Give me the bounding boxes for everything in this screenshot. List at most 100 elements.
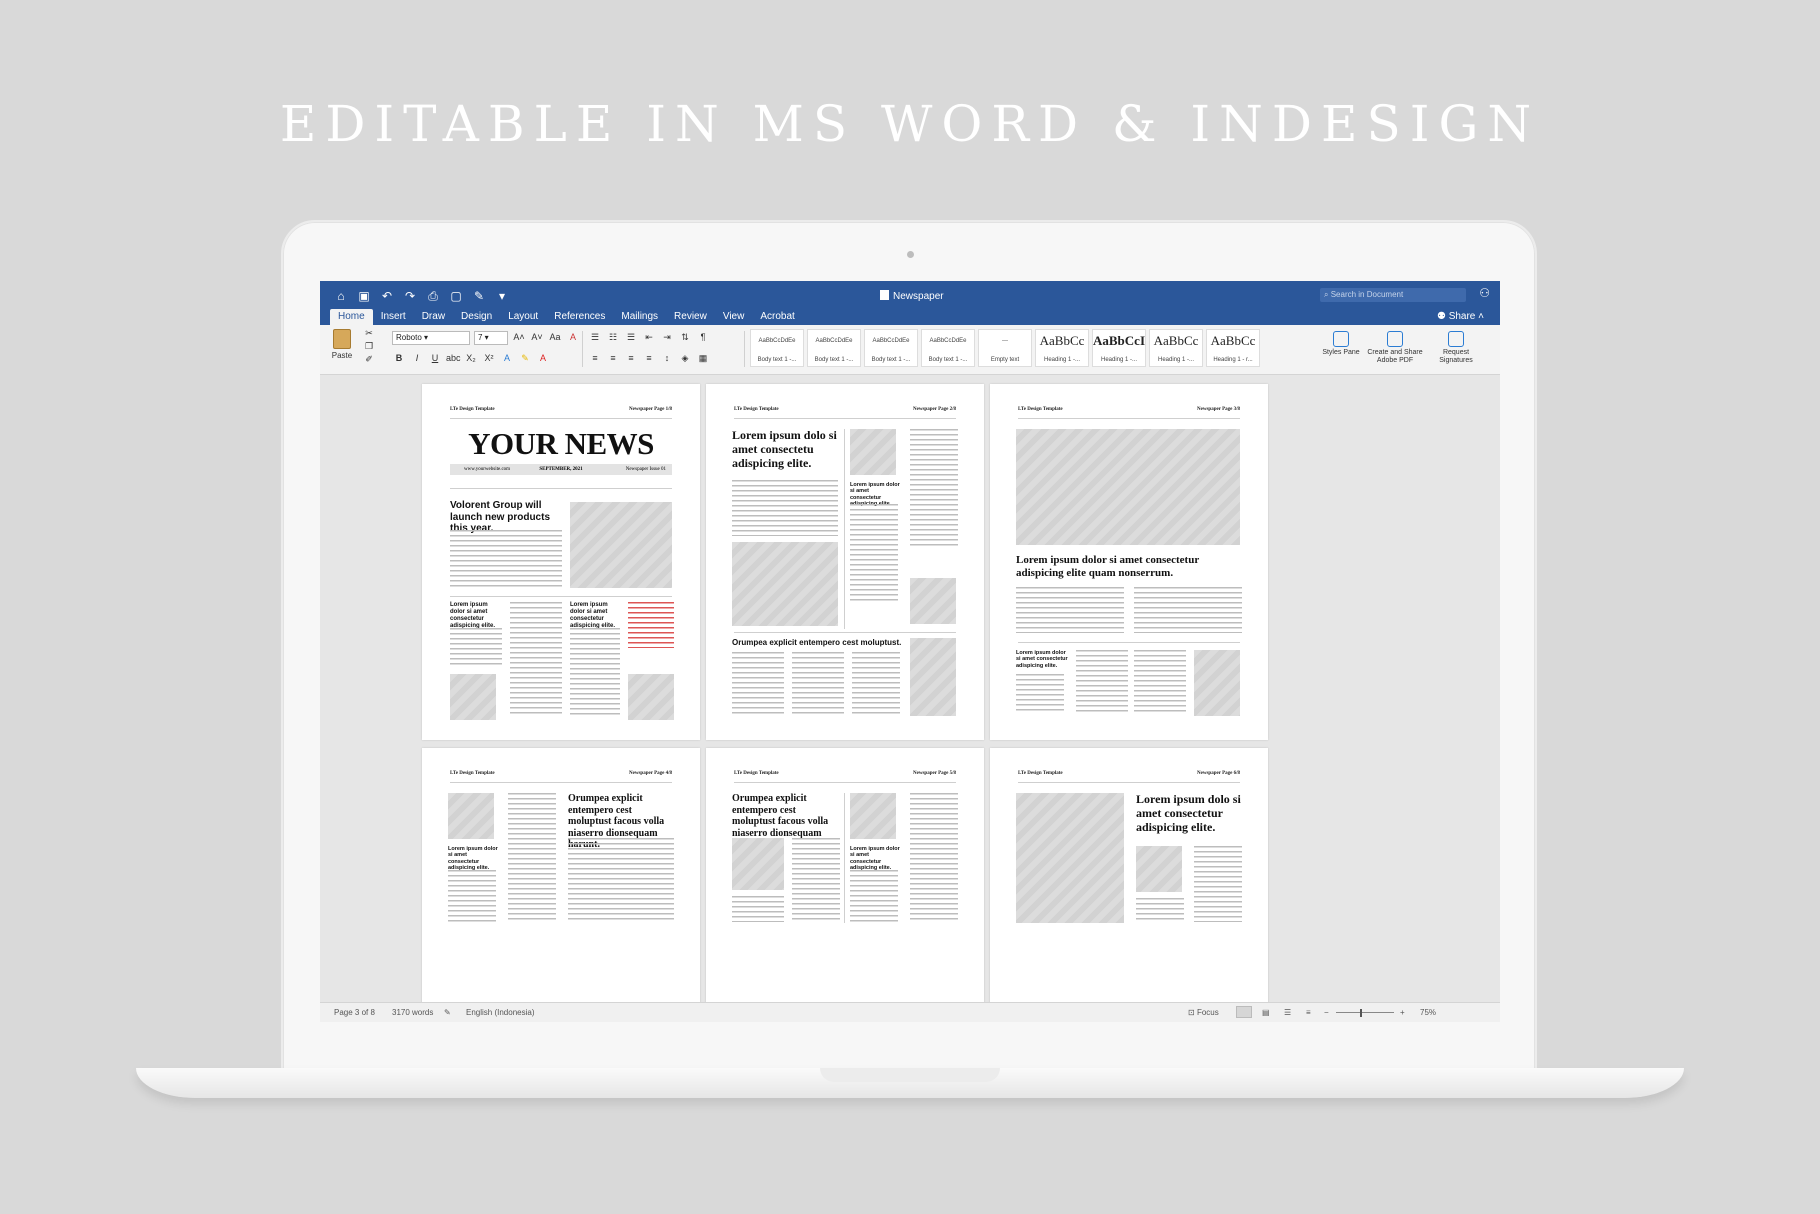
style-heading[interactable]: AaBbCcI Heading 1 -... bbox=[1092, 329, 1146, 367]
tab-home[interactable]: Home bbox=[330, 309, 373, 325]
line-spacing-icon[interactable]: ↕ bbox=[660, 353, 674, 364]
newspaper-page-1[interactable]: LTe Design Template Newspaper Page 1/8 YO… bbox=[422, 384, 700, 740]
pilcrow-icon[interactable]: ¶ bbox=[696, 332, 710, 343]
account-icon[interactable]: ⚇ bbox=[1479, 286, 1490, 300]
multilevel-icon[interactable]: ☰ bbox=[624, 332, 638, 343]
search-input[interactable]: ⌕ Search in Document bbox=[1320, 288, 1466, 302]
save-icon[interactable]: ▣ bbox=[357, 289, 371, 304]
style-heading[interactable]: AaBbCc Heading 1 -... bbox=[1035, 329, 1089, 367]
align-left-icon[interactable]: ≡ bbox=[588, 353, 602, 364]
web-layout-icon[interactable]: ▤ bbox=[1262, 1008, 1270, 1017]
language[interactable]: English (Indonesia) bbox=[466, 1008, 534, 1017]
tab-layout[interactable]: Layout bbox=[500, 309, 546, 325]
style-body-text[interactable]: AaBbCcDdEe Body text 1 -... bbox=[921, 329, 975, 367]
create-pdf-button[interactable]: Create and Share Adobe PDF bbox=[1364, 331, 1426, 365]
zoom-in-button[interactable]: + bbox=[1400, 1008, 1405, 1017]
page-header: LTe Design Template Newspaper Page 2/8 bbox=[734, 407, 956, 412]
more-icon[interactable]: ▾ bbox=[495, 289, 509, 304]
word-count[interactable]: 3170 words bbox=[392, 1008, 433, 1017]
style-heading[interactable]: AaBbCc Heading 1 - r... bbox=[1206, 329, 1260, 367]
zoom-slider[interactable] bbox=[1336, 1012, 1394, 1013]
text-effects-icon[interactable]: A bbox=[500, 353, 514, 364]
outline-icon[interactable]: ☰ bbox=[1284, 1008, 1291, 1017]
clear-format-icon[interactable]: A bbox=[566, 332, 580, 342]
superscript-icon[interactable]: X² bbox=[482, 353, 496, 364]
newspaper-page-5[interactable]: LTe Design Template Newspaper Page 5/8 Or… bbox=[706, 748, 984, 1008]
word-doc-icon bbox=[880, 290, 889, 300]
divider bbox=[450, 596, 672, 597]
style-empty-text[interactable]: --- Empty text bbox=[978, 329, 1032, 367]
sort-icon[interactable]: ⇅ bbox=[678, 332, 692, 343]
justify-icon[interactable]: ≡ bbox=[642, 353, 656, 364]
bold-icon[interactable]: B bbox=[392, 353, 406, 364]
image-placeholder bbox=[732, 542, 838, 626]
proofing-icon[interactable]: ✎ bbox=[444, 1008, 451, 1017]
print-icon[interactable]: ⎙ bbox=[426, 289, 440, 304]
grow-font-icon[interactable]: A˄ bbox=[512, 332, 526, 342]
zoom-level[interactable]: 75% bbox=[1420, 1008, 1436, 1017]
tab-review[interactable]: Review bbox=[666, 309, 715, 325]
styles-gallery: AaBbCcDdEe Body text 1 -... AaBbCcDdEe Bod… bbox=[750, 329, 1260, 367]
tab-view[interactable]: View bbox=[715, 309, 753, 325]
format-painter-icon[interactable]: ✐ bbox=[362, 354, 376, 365]
tab-references[interactable]: References bbox=[546, 309, 613, 325]
request-signatures-button[interactable]: Request Signatures bbox=[1430, 331, 1482, 365]
bullets-icon[interactable]: ☰ bbox=[588, 332, 602, 343]
shading-icon[interactable]: ◈ bbox=[678, 353, 692, 364]
change-case-icon[interactable]: Aa bbox=[548, 332, 562, 342]
tab-design[interactable]: Design bbox=[453, 309, 500, 325]
tab-draw[interactable]: Draw bbox=[414, 309, 453, 325]
print-layout-icon[interactable] bbox=[1236, 1006, 1252, 1018]
edit-icon[interactable]: ✎ bbox=[472, 289, 486, 304]
redo-icon[interactable]: ↷ bbox=[403, 289, 417, 304]
underline-icon[interactable]: U bbox=[428, 353, 442, 364]
borders-icon[interactable]: ▦ bbox=[696, 353, 710, 364]
undo-icon[interactable]: ↶ bbox=[380, 289, 394, 304]
cut-icon[interactable]: ✂ bbox=[362, 328, 376, 339]
share-button[interactable]: ⚉ Share ˄ bbox=[1437, 311, 1484, 322]
zoom-out-button[interactable]: − bbox=[1324, 1008, 1329, 1017]
font-size-tools: A˄ A˅ Aa A bbox=[512, 332, 580, 342]
zoom-slider-handle[interactable] bbox=[1360, 1009, 1362, 1017]
pdf-icon bbox=[1387, 331, 1403, 347]
style-body-text[interactable]: AaBbCcDdEe Body text 1 -... bbox=[807, 329, 861, 367]
numbering-icon[interactable]: ☷ bbox=[606, 332, 620, 343]
paste-button[interactable]: Paste bbox=[328, 329, 356, 360]
increase-indent-icon[interactable]: ⇥ bbox=[660, 332, 674, 343]
newspaper-page-6[interactable]: LTe Design Template Newspaper Page 6/8 Lo… bbox=[990, 748, 1268, 1008]
align-center-icon[interactable]: ≡ bbox=[606, 353, 620, 364]
font-size-select[interactable]: 7 ▾ bbox=[474, 331, 508, 345]
style-body-text[interactable]: AaBbCcDdEe Body text 1 -... bbox=[864, 329, 918, 367]
font-color-icon[interactable]: A bbox=[536, 353, 550, 364]
article-text bbox=[1134, 587, 1242, 633]
ribbon-home: Paste ✂ ❐ ✐ Roboto ▾ 7 ▾ A˄ A˅ Aa A B I … bbox=[320, 325, 1500, 375]
lead-headline: Lorem ipsum dolor si amet consectetur ad… bbox=[1016, 554, 1200, 579]
align-right-icon[interactable]: ≡ bbox=[624, 353, 638, 364]
image-placeholder bbox=[448, 793, 494, 839]
tab-mailings[interactable]: Mailings bbox=[613, 309, 666, 325]
style-body-text[interactable]: AaBbCcDdEe Body text 1 -... bbox=[750, 329, 804, 367]
styles-pane-button[interactable]: Styles Pane bbox=[1322, 331, 1360, 357]
document-canvas[interactable]: LTe Design Template Newspaper Page 1/8 YO… bbox=[320, 375, 1500, 1008]
clipboard-icon bbox=[333, 329, 351, 349]
home-icon[interactable]: ⌂ bbox=[334, 289, 348, 304]
font-name-select[interactable]: Roboto ▾ bbox=[392, 331, 470, 345]
style-heading[interactable]: AaBbCc Heading 1 -... bbox=[1149, 329, 1203, 367]
decrease-indent-icon[interactable]: ⇤ bbox=[642, 332, 656, 343]
copy-icon[interactable]: ❐ bbox=[362, 341, 376, 352]
newspaper-page-2[interactable]: LTe Design Template Newspaper Page 2/8 Lo… bbox=[706, 384, 984, 740]
shrink-font-icon[interactable]: A˅ bbox=[530, 332, 544, 342]
newspaper-page-3[interactable]: LTe Design Template Newspaper Page 3/8 Lo… bbox=[990, 384, 1268, 740]
article-text bbox=[450, 530, 562, 588]
page-count[interactable]: Page 3 of 8 bbox=[334, 1008, 375, 1017]
focus-button[interactable]: ⊡ Focus bbox=[1188, 1008, 1219, 1017]
strikethrough-icon[interactable]: abc bbox=[446, 353, 461, 364]
italic-icon[interactable]: I bbox=[410, 353, 424, 364]
subscript-icon[interactable]: X₂ bbox=[464, 353, 478, 364]
tab-insert[interactable]: Insert bbox=[373, 309, 414, 325]
draft-icon[interactable]: ≡ bbox=[1306, 1008, 1311, 1017]
tab-acrobat[interactable]: Acrobat bbox=[752, 309, 802, 325]
new-doc-icon[interactable]: ▢ bbox=[449, 289, 463, 304]
highlight-icon[interactable]: ✎ bbox=[518, 353, 532, 364]
newspaper-page-4[interactable]: LTe Design Template Newspaper Page 4/8 Lo… bbox=[422, 748, 700, 1008]
